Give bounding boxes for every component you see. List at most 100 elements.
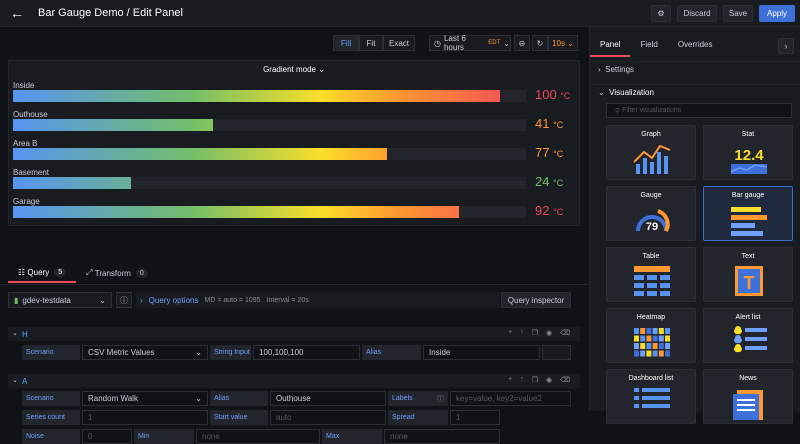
fit-mode-button[interactable]: Fit [359,35,383,51]
query-row-header[interactable]: ⌄ A + ↑ ❐ ◉ ⌫ [8,374,580,388]
series-count-field[interactable]: 1 [82,410,208,425]
alias-label: Alias [210,391,268,406]
tab-transform[interactable]: ⤢ Transform 0 [76,263,158,283]
visualization-label: Visualization [609,88,654,97]
add-icon[interactable]: + [508,329,512,337]
tab-query[interactable]: ☷ Query 5 [8,263,77,283]
start-value-label: Start value [210,410,268,425]
heatmap-cell [634,328,639,334]
tab-field[interactable]: Field [630,35,667,57]
viz-text[interactable]: Text T [703,247,793,302]
bar-value-number: 100 [535,87,557,102]
discard-button[interactable]: Discard [677,5,717,22]
help-button[interactable]: ⓘ [116,292,132,308]
fill-mode-button[interactable]: Fill [333,35,359,51]
scenario-select[interactable]: CSV Metric Values ⌄ [82,345,208,360]
bar-value: 41 °C [535,116,563,131]
string-input-field[interactable]: 100,100,100 [253,345,360,360]
clock-icon: ◷ [434,38,441,48]
min-field[interactable]: none [196,429,320,444]
alias-field[interactable]: Inside [423,345,540,360]
viz-heatmap[interactable]: Heatmap [606,308,696,363]
add-icon[interactable]: + [508,376,512,384]
filter-visualizations-input[interactable]: ⚲ Filter visualizations [606,103,792,118]
heatmap-cell [652,335,658,342]
tab-panel[interactable]: Panel [590,35,631,57]
start-value-field[interactable]: auto [270,410,386,425]
scenario-select[interactable]: Random Walk ⌄ [82,391,208,406]
scenario-value: Random Walk [88,394,138,403]
query-row-header[interactable]: ⌄ H + ↑ ❐ ◉ ⌫ [8,327,580,341]
alias-field[interactable]: Outhouse [270,391,386,406]
heatmap-cell [665,328,670,334]
refresh-button[interactable]: ↻ [532,35,548,51]
panel-title[interactable]: Gradient mode ⌄ [9,65,579,74]
trash-icon[interactable]: ⌫ [560,329,570,337]
chevron-down-icon: ⌄ [598,88,605,97]
query-name: H [22,329,28,339]
exact-mode-button[interactable]: Exact [383,35,415,51]
eye-icon[interactable]: ◉ [546,376,552,384]
info-icon: ⓘ [437,395,444,403]
back-arrow-icon[interactable]: ← [10,6,24,20]
eye-icon[interactable]: ◉ [546,329,552,337]
time-range-button[interactable]: ◷ Last 6 hours EDT ⌄ [429,34,511,52]
save-button[interactable]: Save [723,5,753,22]
settings-gear-button[interactable]: ⚙ [651,5,671,22]
noise-label: Noise [22,429,80,444]
viz-graph[interactable]: Graph [606,125,696,180]
labels-field[interactable]: key=value, key2=value2 [450,391,571,406]
query-options-label: Query options [148,295,199,305]
zoom-out-button[interactable]: ⊖ [514,35,530,51]
query-name: A [22,376,28,386]
viz-table[interactable]: Table [606,247,696,302]
time-picker[interactable]: ◷ Last 6 hours EDT ⌄ [429,34,511,52]
max-field[interactable]: none [384,429,500,444]
heatmap-cell [652,350,658,357]
viz-label: Text [741,253,755,260]
viz-bar-gauge[interactable]: Bar gauge [703,186,793,241]
viz-gauge[interactable]: Gauge 79 [606,186,696,241]
apply-button[interactable]: Apply [759,5,795,22]
heatmap-cell [646,335,652,342]
settings-section[interactable]: › Settings [590,61,800,77]
chevron-right-icon: › [140,295,143,305]
bar-gauge-panel[interactable]: Gradient mode ⌄ Inside 100 °C Outhouse 41 °… [8,60,580,226]
spread-field[interactable]: 1 [450,410,500,425]
trash-icon[interactable]: ⌫ [560,376,570,384]
bar-gauge-row: Garage 92 °C [13,197,577,225]
arrow-up-icon[interactable]: ↑ [520,329,524,337]
bar-track [13,119,526,131]
collapse-pane-button[interactable]: › [778,38,794,54]
viz-dashboard-list[interactable]: Dashboard list [606,369,696,424]
heatmap-cell [640,350,646,357]
noise-field[interactable]: 0 [82,429,132,444]
zoom-out-icon: ⊖ [518,38,526,48]
bar-gauge-row: Outhouse 41 °C [13,110,577,138]
datasource-icon: ▮ [14,295,19,305]
query-tabs: ☷ Query 5 ⤢ Transform 0 [8,263,158,283]
bar-value: 77 °C [535,145,563,160]
refresh-interval-select[interactable]: 10s ⌄ [548,35,578,51]
heatmap-cell [640,328,646,334]
bar-value: 100 °C [535,87,570,102]
series-count-label: Series count [22,410,80,425]
arrow-up-icon[interactable]: ↑ [520,376,524,384]
copy-icon[interactable]: ❐ [532,376,538,384]
gauge-viz-value: 79 [646,221,658,233]
viz-stat[interactable]: Stat 12.4 [703,125,793,180]
chevron-down-icon: ⌄ [567,38,574,48]
copy-icon[interactable]: ❐ [532,329,538,337]
query-options-bar[interactable]: › Query options MD = auto = 1095 Interva… [136,292,500,308]
help-icon: ⓘ [120,295,128,305]
bar-value-number: 24 [535,174,550,189]
bar-label: Inside [13,81,35,90]
visualization-section[interactable]: ⌄ Visualization [590,84,800,100]
query-inspector-button[interactable]: Query inspector [501,292,571,308]
tab-overrides[interactable]: Overrides [668,35,723,57]
refresh-icon: ↻ [536,38,544,48]
datasource-picker[interactable]: ▮ gdev-testdata ⌄ [8,292,112,308]
alert-list-viz-icon [734,326,767,353]
viz-alert-list[interactable]: Alert list [703,308,793,363]
viz-news[interactable]: News [703,369,793,424]
